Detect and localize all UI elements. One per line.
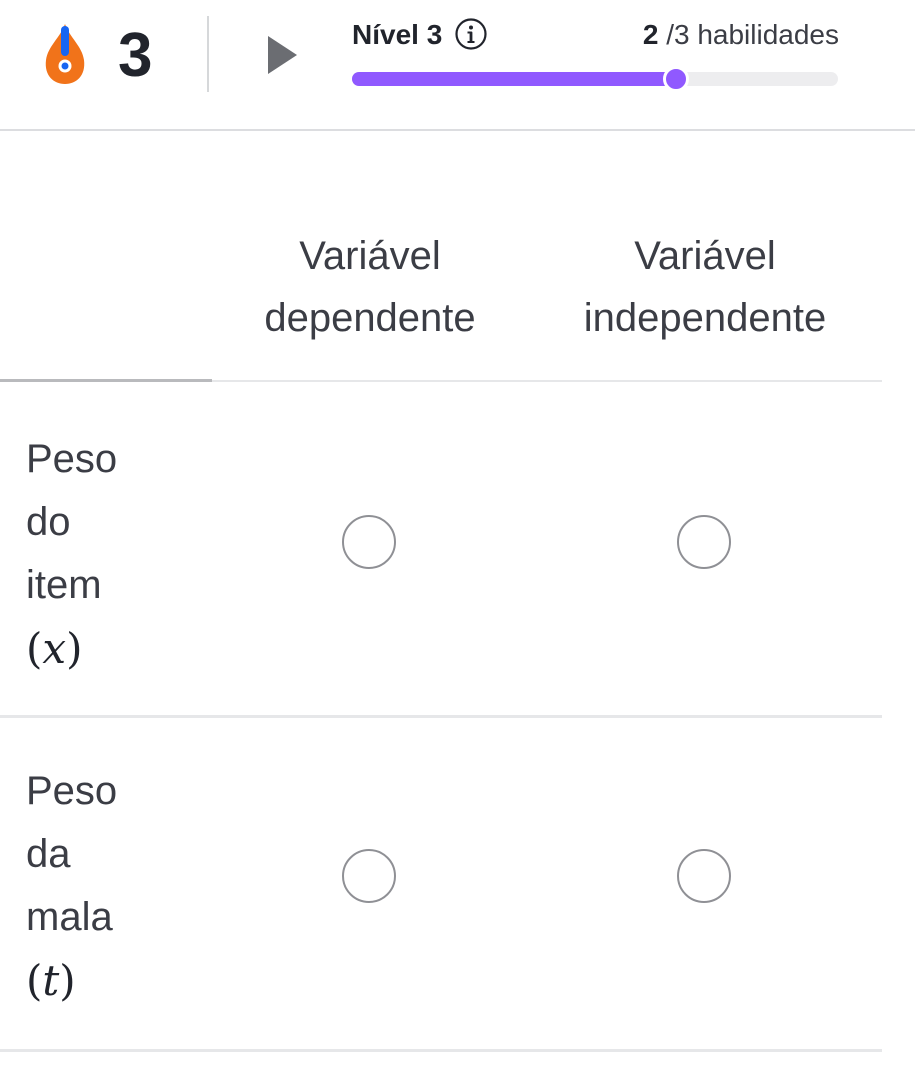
header-divider-line <box>0 129 915 131</box>
level-progress-fill <box>352 72 677 86</box>
skills-current: 2 <box>642 19 659 50</box>
level-progress-knob <box>663 66 690 92</box>
row-divider <box>0 1049 882 1052</box>
header-rule-right <box>212 380 882 382</box>
info-circle-icon[interactable] <box>454 17 488 51</box>
row-label-word: item <box>26 563 102 607</box>
header-divider <box>207 16 209 92</box>
column-header-independent: Variável independente <box>550 225 860 349</box>
column-header-dependent: Variável dependente <box>215 225 525 349</box>
play-triangle-icon[interactable] <box>268 36 297 74</box>
level-indicator[interactable]: Nível 3 <box>352 18 488 54</box>
exercise-header: 3 Nível 3 2 /3 habilidades <box>0 0 915 131</box>
streak-count: 3 <box>118 21 153 90</box>
level-label: Nível 3 <box>352 19 443 50</box>
radio-item-weight-dependent[interactable] <box>342 515 396 569</box>
radio-bag-weight-dependent[interactable] <box>342 849 396 903</box>
column-header-line2: dependente <box>264 296 476 340</box>
exclamation-shield-icon[interactable] <box>40 20 90 86</box>
row-divider <box>0 715 882 718</box>
level-progress-bar <box>352 66 838 92</box>
skills-progress-text: 2 /3 habilidades <box>643 18 839 52</box>
row-label-variable: (t) <box>26 956 76 1005</box>
row-label-word: mala <box>26 895 113 939</box>
row-label-word: do <box>26 500 71 544</box>
row-label-variable: (x) <box>26 624 83 673</box>
row-label-word: Peso <box>26 769 118 813</box>
row-label-bag-weight: Peso da mala (t) <box>26 760 206 1012</box>
column-header-line2: independente <box>583 296 827 340</box>
column-header-line1: Variável <box>299 234 441 278</box>
row-label-word: da <box>26 832 71 876</box>
radio-item-weight-independent[interactable] <box>677 515 731 569</box>
row-label-item-weight: Peso do item (x) <box>26 428 206 680</box>
row-label-word: Peso <box>26 437 118 481</box>
column-header-line1: Variável <box>634 234 776 278</box>
header-rule-left <box>0 379 212 382</box>
radio-bag-weight-independent[interactable] <box>677 849 731 903</box>
skills-total: /3 habilidades <box>666 19 839 50</box>
